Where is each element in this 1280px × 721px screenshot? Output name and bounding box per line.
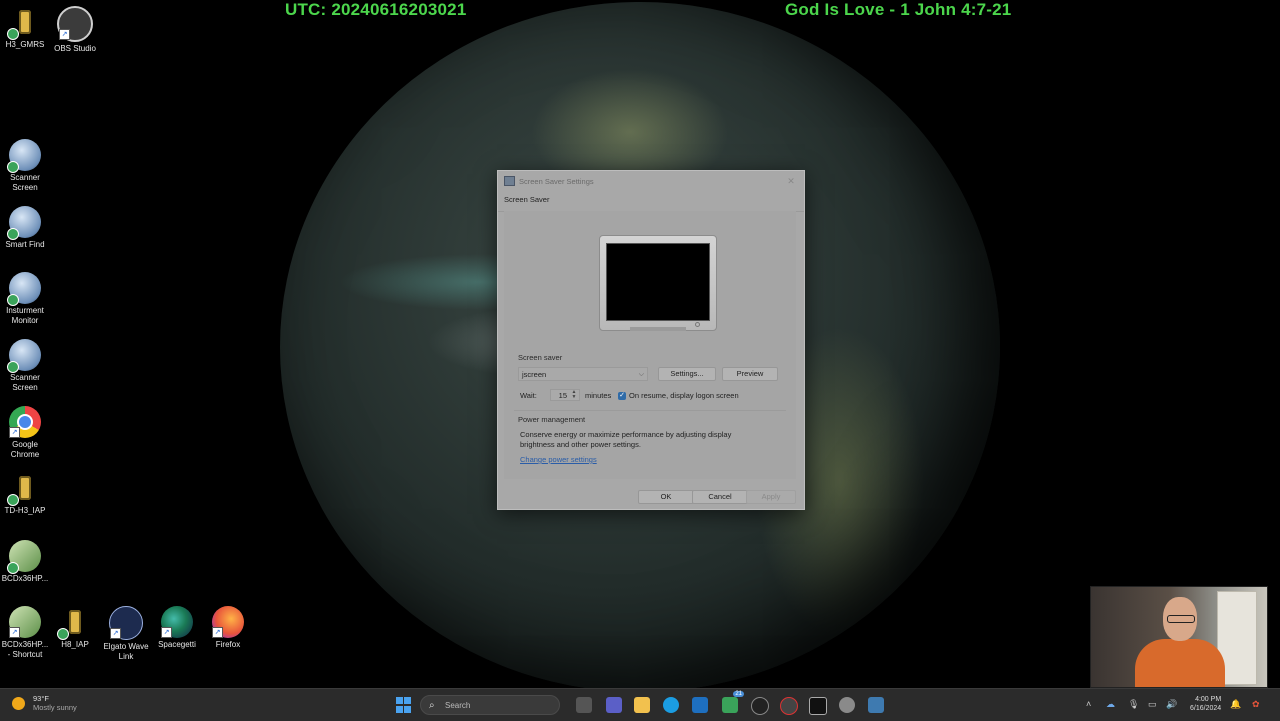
dialog-titlebar[interactable]: Screen Saver Settings ✕ [498, 171, 804, 191]
tab-screen-saver[interactable]: Screen Saver [504, 195, 549, 204]
chevron-up-icon[interactable]: ˄ [1086, 699, 1091, 709]
cancel-button[interactable]: Cancel [692, 490, 748, 504]
notification-badge: 21 [733, 691, 744, 697]
radio-icon [57, 606, 91, 640]
settings-button[interactable]: Settings... [658, 367, 716, 381]
desktop-icon-elgato-wave-link[interactable]: ↗ Elgato Wave Link [101, 606, 151, 662]
microsoft-store-icon[interactable] [692, 697, 708, 713]
divider [514, 410, 786, 411]
microphone-icon[interactable]: 🎙 [1128, 699, 1139, 710]
resume-logon-checkbox[interactable]: ✓ [618, 392, 626, 400]
paw-icon [7, 206, 41, 240]
desktop-icon-firefox[interactable]: ↗ Firefox [203, 606, 253, 650]
obs-taskbar-icon[interactable] [780, 697, 798, 715]
weather-widget[interactable]: 93°F Mostly sunny [12, 694, 77, 712]
tab-strip: Screen Saver [498, 191, 804, 212]
wait-minutes-spinner[interactable]: 15 ▲ ▼ [550, 389, 580, 401]
spacegetti-icon: ↗ [161, 606, 193, 638]
preview-button[interactable]: Preview [722, 367, 778, 381]
taskbar: 93°F Mostly sunny ⌕ Search 21 ˄ ☁ 🎙 ▭ 🔊 … [0, 688, 1280, 721]
power-management-description: Conserve energy or maximize performance … [520, 430, 732, 449]
tab-panel: Screen saver jscreen ⌵ Settings... Previ… [504, 211, 796, 479]
desktop-icon-bcdx36hp[interactable]: BCDx36HP... [0, 540, 50, 584]
screen-saver-taskbar-icon[interactable] [868, 697, 884, 713]
arrow-app-icon[interactable] [751, 697, 769, 715]
shield-icon: ↗ [9, 606, 41, 638]
windows-logo-icon [396, 697, 403, 704]
screen-saver-preview-monitor [599, 235, 717, 331]
ok-button[interactable]: OK [638, 490, 694, 504]
xbox-app-icon[interactable]: 21 [722, 691, 744, 713]
desktop-icon-h8-iap[interactable]: H8_IAP [50, 606, 100, 650]
desktop-icon-spacegetti[interactable]: ↗ Spacegetti [152, 606, 202, 650]
desktop-icon-smart-find[interactable]: Smart Find [0, 206, 50, 250]
screen-saver-group-label: Screen saver [518, 353, 563, 362]
bible-verse: God Is Love - 1 John 4:7-21 [785, 0, 1012, 19]
paw-icon [7, 339, 41, 373]
close-icon[interactable]: ✕ [778, 176, 804, 187]
search-icon: ⌕ [429, 700, 435, 711]
radio-icon [7, 6, 41, 40]
onedrive-icon[interactable]: ☁ [1106, 699, 1115, 710]
elgato-icon: ↗ [109, 606, 143, 640]
file-explorer-icon[interactable] [634, 697, 650, 713]
copilot-icon[interactable]: ✿ [1252, 699, 1260, 710]
screen-saver-dropdown[interactable]: jscreen ⌵ [518, 367, 648, 381]
apply-button[interactable]: Apply [746, 490, 796, 504]
desktop-icon-obs-studio[interactable]: ↗ OBS Studio [50, 6, 100, 54]
minutes-label: minutes [585, 391, 612, 400]
desktop-icon-scanner-screen-2[interactable]: Scanner Screen [0, 339, 50, 393]
camera-app-icon[interactable] [809, 697, 827, 715]
change-power-settings-link[interactable]: Change power settings [520, 455, 597, 464]
desktop-icon-bcdx36hp-shortcut[interactable]: ↗ BCDx36HP... - Shortcut [0, 606, 50, 660]
dialog-title: Screen Saver Settings [519, 176, 594, 186]
resume-logon-label[interactable]: On resume, display logon screen [629, 391, 739, 400]
settings-gear-icon[interactable] [839, 697, 855, 713]
preview-screen [606, 243, 710, 321]
start-button[interactable] [396, 697, 412, 713]
desktop-icon-insturment-monitor[interactable]: Insturment Monitor [0, 272, 50, 326]
weather-temperature: 93°F [33, 694, 49, 703]
taskbar-search[interactable]: ⌕ Search [420, 695, 560, 715]
screen-saver-settings-dialog: Screen Saver Settings ✕ Screen Saver Scr… [497, 170, 805, 510]
bell-icon[interactable]: 🔔 [1230, 699, 1241, 710]
network-icon[interactable]: ▭ [1148, 699, 1157, 710]
webcam-overlay [1090, 586, 1268, 688]
shield-icon [7, 540, 41, 574]
spinner-arrows-icon[interactable]: ▲ ▼ [570, 390, 578, 400]
radio-icon [7, 472, 41, 506]
wait-label: Wait: [520, 391, 537, 400]
task-view-icon[interactable] [576, 697, 592, 713]
paw-icon [7, 139, 41, 173]
edge-icon[interactable] [663, 697, 679, 713]
desktop-icon-scanner-screen[interactable]: Scanner Screen [0, 139, 50, 193]
chevron-down-icon: ⌵ [638, 371, 644, 378]
power-management-group-label: Power management [518, 415, 586, 424]
firefox-icon: ↗ [212, 606, 244, 638]
weather-condition: Mostly sunny [33, 703, 77, 712]
desktop-icon-google-chrome[interactable]: ↗ Google Chrome [0, 406, 50, 460]
chrome-icon: ↗ [9, 406, 41, 438]
obs-icon: ↗ [57, 6, 93, 42]
monitor-icon [504, 176, 515, 186]
paw-icon [7, 272, 41, 306]
taskbar-clock[interactable]: 4:00 PM 6/16/2024 [1190, 695, 1221, 713]
desktop-icon-h3-gmrs[interactable]: H3_GMRS [0, 6, 50, 50]
volume-icon[interactable]: 🔊 [1166, 699, 1177, 710]
utc-timestamp: UTC: 20240616203021 [285, 0, 467, 19]
power-led-icon [695, 322, 700, 327]
teams-icon[interactable] [606, 697, 622, 713]
desktop-icon-td-h3-iap[interactable]: TD-H3_IAP [0, 472, 50, 516]
sun-icon [12, 696, 25, 710]
